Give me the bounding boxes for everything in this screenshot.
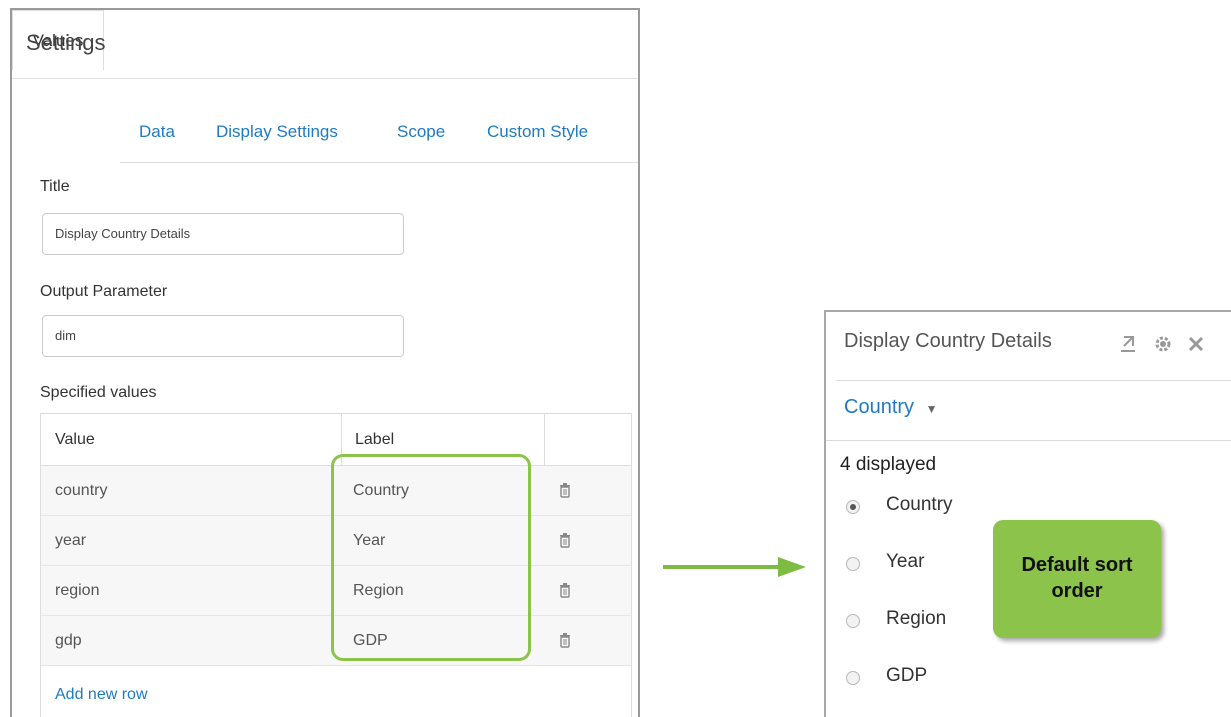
- callout-line2: order: [1051, 580, 1103, 602]
- settings-title: Settings: [26, 30, 106, 55]
- title-input[interactable]: Display Country Details: [42, 213, 404, 255]
- tab-data[interactable]: Data: [139, 122, 175, 142]
- row-value[interactable]: region: [55, 566, 99, 616]
- radio-selected-icon[interactable]: [846, 500, 860, 514]
- caret-down-icon: ▼: [925, 402, 938, 416]
- output-parameter-input[interactable]: dim: [42, 315, 404, 357]
- column-header-value: Value: [41, 414, 341, 466]
- specified-values-label: Specified values: [40, 384, 157, 401]
- column-header-actions: [544, 414, 631, 466]
- arrow-connector: [663, 565, 781, 569]
- radio-icon[interactable]: [846, 557, 860, 571]
- arrow-head-icon: [778, 557, 806, 577]
- radio-label: Country: [886, 494, 953, 515]
- tab-display-settings[interactable]: Display Settings: [216, 122, 338, 142]
- export-icon[interactable]: [1118, 334, 1138, 354]
- radio-icon[interactable]: [846, 614, 860, 628]
- country-dropdown-label: Country: [844, 396, 915, 418]
- add-row-row: Add new row: [41, 666, 631, 717]
- row-value[interactable]: gdp: [55, 616, 82, 666]
- close-icon[interactable]: [1186, 334, 1206, 354]
- displayed-count: 4 displayed: [840, 454, 937, 475]
- callout-line1: Default sort: [1021, 554, 1133, 576]
- add-new-row-link[interactable]: Add new row: [55, 686, 148, 704]
- trash-icon[interactable]: [559, 582, 571, 598]
- row-value[interactable]: year: [55, 516, 86, 566]
- tabs-underline: [120, 162, 638, 163]
- radio-icon[interactable]: [846, 671, 860, 685]
- widget-header-divider: [836, 380, 1231, 381]
- radio-label: Region: [886, 608, 947, 629]
- title-label: Title: [40, 178, 70, 195]
- widget-body-divider: [826, 440, 1231, 441]
- tab-scope[interactable]: Scope: [397, 122, 445, 142]
- output-parameter-label: Output Parameter: [40, 283, 168, 300]
- radio-label: GDP: [886, 665, 928, 686]
- tab-custom-style[interactable]: Custom Style: [487, 122, 588, 142]
- trash-icon[interactable]: [559, 532, 571, 548]
- trash-icon[interactable]: [559, 482, 571, 498]
- widget-title: Display Country Details: [844, 330, 1052, 352]
- widget-panel: Display Country Details Country ▼ 4 disp…: [824, 310, 1231, 717]
- country-dropdown[interactable]: Country ▼: [844, 396, 937, 419]
- gear-icon[interactable]: [1153, 334, 1173, 354]
- default-sort-order-callout: Default sort order: [993, 520, 1161, 638]
- radio-label: Year: [886, 551, 925, 572]
- label-column-highlight: [331, 454, 531, 661]
- row-value[interactable]: country: [55, 466, 107, 516]
- settings-header-divider: [12, 78, 638, 79]
- settings-panel: Settings Values Data Display Settings Sc…: [10, 8, 640, 717]
- trash-icon[interactable]: [559, 632, 571, 648]
